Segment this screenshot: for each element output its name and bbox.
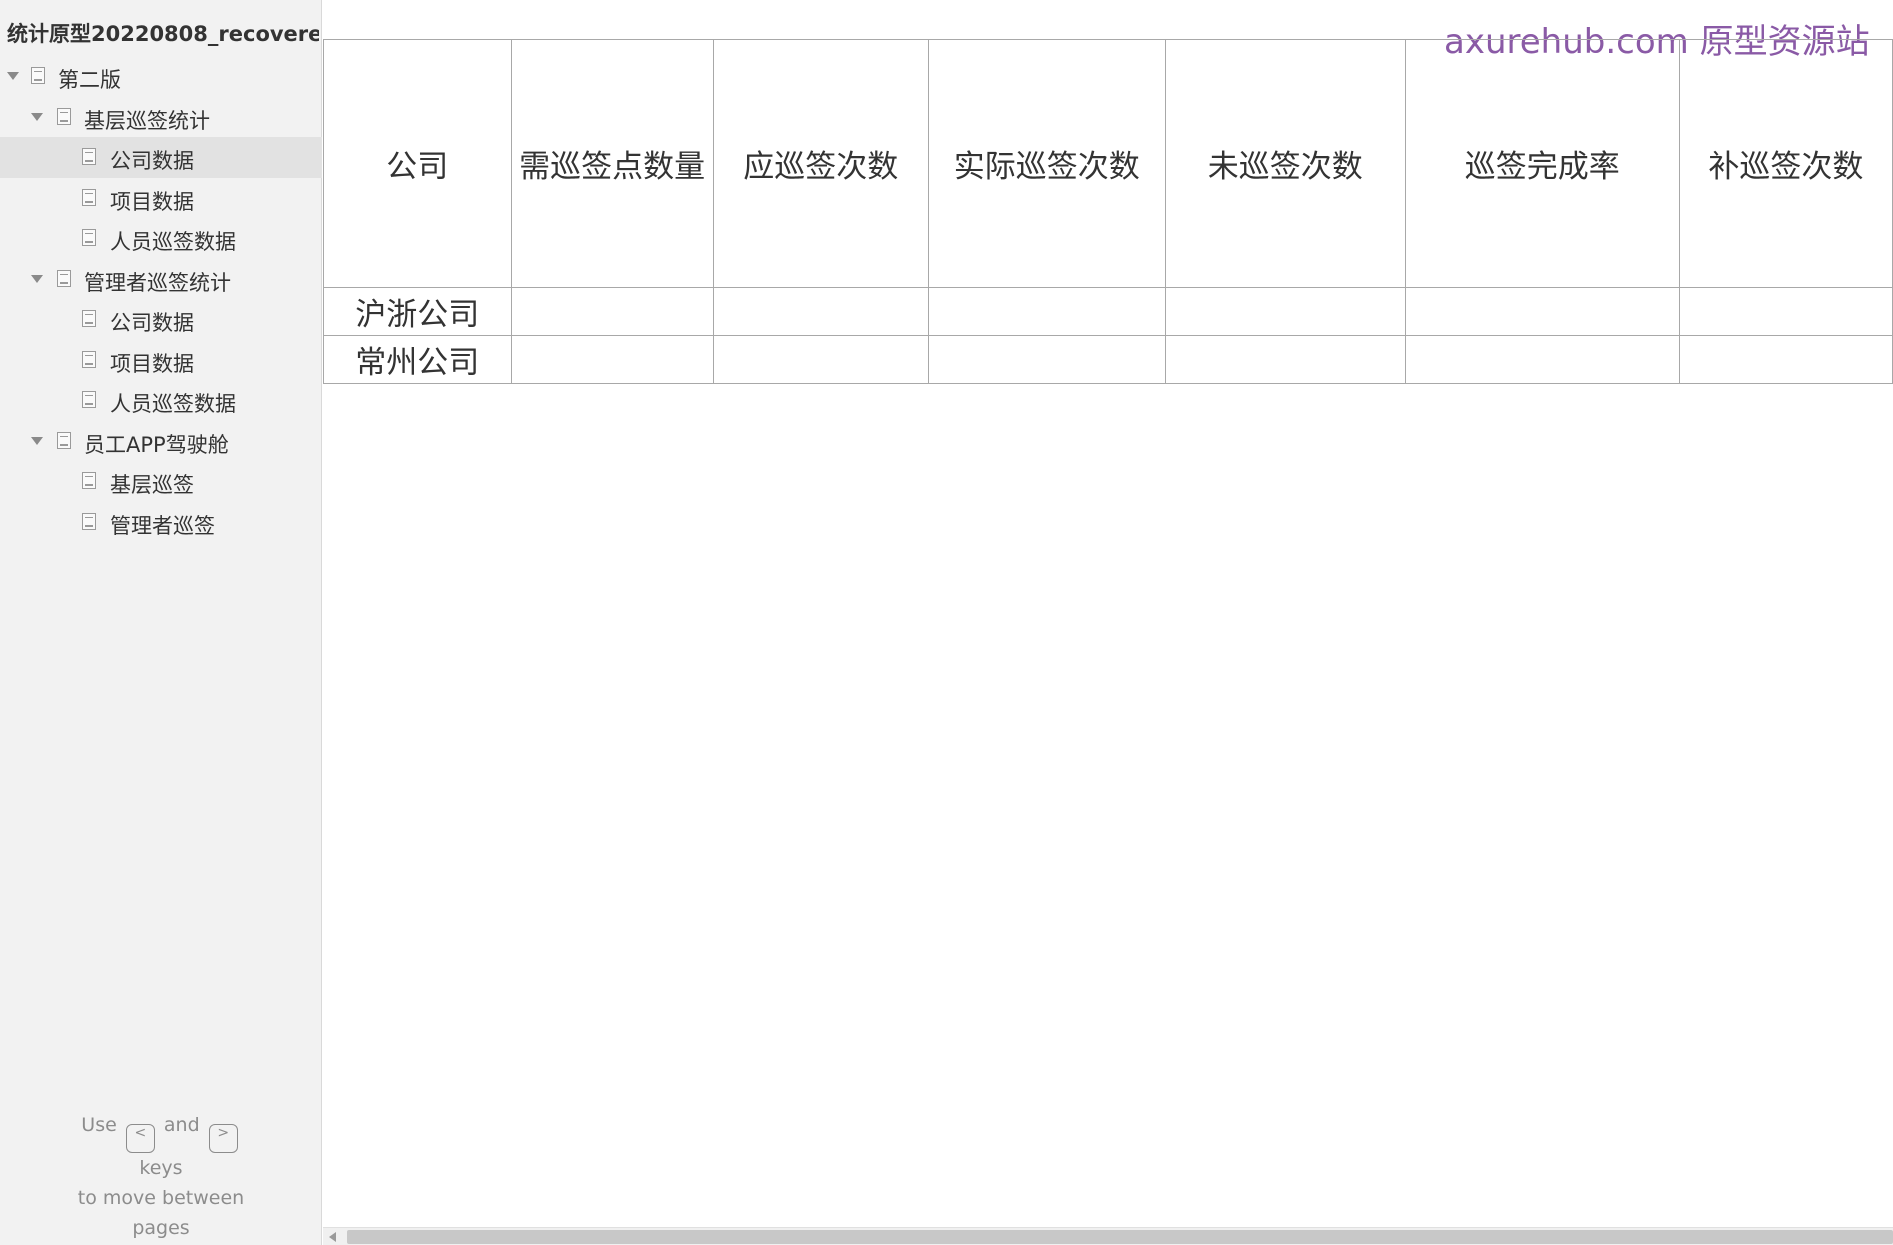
horizontal-scrollbar[interactable] <box>323 1227 1893 1245</box>
column-header: 补巡签次数 <box>1678 39 1893 288</box>
table-row: 常州公司 <box>323 335 1893 384</box>
sitemap-item-label: 公司数据 <box>110 149 194 173</box>
sitemap-item[interactable]: 员工APP驾驶舱 <box>0 421 322 462</box>
page-icon <box>82 472 96 489</box>
column-header: 公司 <box>323 39 512 288</box>
sitemap-item-label: 第二版 <box>58 68 121 92</box>
sitemap-item-label: 员工APP驾驶舱 <box>84 432 229 457</box>
sitemap-sidebar: 统计原型20220808_recovered 第二版 基层巡签统计 公司数据 项目数据… <box>0 0 322 1245</box>
sitemap-item[interactable]: 基层巡签 <box>0 461 322 502</box>
sitemap-item[interactable]: 公司数据 <box>0 137 322 178</box>
sitemap-item-label: 公司数据 <box>110 311 194 335</box>
table-body: 沪浙公司 常州公司 <box>323 287 1893 384</box>
expand-caret-icon[interactable] <box>31 436 43 445</box>
prototype-canvas: axurehub.com 原型资源站 公司 需巡签点数量 应巡签次数 实际巡签次数 未巡… <box>323 0 1893 1227</box>
table-cell <box>927 287 1166 336</box>
sitemap-item-label: 项目数据 <box>110 351 194 376</box>
expand-caret-icon[interactable] <box>31 274 43 283</box>
nav-hint-keys: keys <box>139 1157 183 1179</box>
table-cell <box>510 287 714 336</box>
page-icon <box>82 229 96 246</box>
page-icon <box>82 148 96 165</box>
table-cell <box>1678 335 1893 384</box>
table-cell <box>927 335 1166 384</box>
table-header-row: 公司 需巡签点数量 应巡签次数 实际巡签次数 未巡签次数 巡签完成率 补巡签次数 <box>323 39 1893 288</box>
page-icon <box>57 269 71 287</box>
sitemap-item-label: 人员巡签数据 <box>110 392 236 416</box>
left-arrow-key-icon: < <box>125 1124 155 1153</box>
sitemap-item[interactable]: 公司数据 <box>0 299 322 340</box>
column-header: 应巡签次数 <box>712 39 929 288</box>
sitemap-item[interactable]: 第二版 <box>0 56 322 97</box>
sitemap-item[interactable]: 项目数据 <box>0 340 322 381</box>
page-icon <box>82 310 96 327</box>
page-icon <box>31 67 45 84</box>
scrollbar-thumb[interactable] <box>347 1230 1893 1244</box>
sitemap-item[interactable]: 人员巡签数据 <box>0 380 322 421</box>
expand-caret-icon[interactable] <box>31 112 43 121</box>
table-cell <box>712 335 929 384</box>
sitemap-item-label: 人员巡签数据 <box>110 230 236 254</box>
page-icon <box>57 431 71 449</box>
column-header: 未巡签次数 <box>1164 39 1406 288</box>
table-cell <box>712 287 929 336</box>
page-icon <box>82 188 96 206</box>
sitemap-item[interactable]: 管理者巡签 <box>0 502 322 543</box>
sitemap-item[interactable]: 人员巡签数据 <box>0 218 322 259</box>
table-row: 沪浙公司 <box>323 287 1893 336</box>
company-cell: 沪浙公司 <box>323 287 512 336</box>
table-cell <box>1164 287 1406 336</box>
project-title: 统计原型20220808_recovered <box>7 22 319 46</box>
column-header: 巡签完成率 <box>1404 39 1680 288</box>
keyboard-nav-hint: Use < and > keys to move between pages <box>0 1110 322 1243</box>
page-tree: 第二版 基层巡签统计 公司数据 项目数据 人员巡签数据 管理者巡签统计 公司数据 项目数据 人员… <box>0 56 322 542</box>
page-icon <box>57 107 71 125</box>
table-cell <box>1678 287 1893 336</box>
patrol-stats-table: 公司 需巡签点数量 应巡签次数 实际巡签次数 未巡签次数 巡签完成率 补巡签次数 沪浙公司常… <box>323 39 1893 384</box>
column-header: 实际巡签次数 <box>927 39 1166 288</box>
table-cell <box>510 335 714 384</box>
sitemap-item-label: 项目数据 <box>110 189 194 214</box>
expand-caret-icon[interactable] <box>7 72 19 80</box>
page-icon <box>82 512 96 530</box>
sitemap-item-label: 管理者巡签统计 <box>84 270 231 295</box>
sitemap-item[interactable]: 基层巡签统计 <box>0 97 322 138</box>
right-arrow-key-icon: > <box>208 1124 238 1153</box>
page-icon <box>82 391 96 408</box>
table-cell <box>1164 335 1406 384</box>
sitemap-item-label: 基层巡签统计 <box>84 108 210 133</box>
nav-hint-use: Use <box>81 1114 117 1136</box>
sitemap-item-label: 管理者巡签 <box>110 513 215 538</box>
table-cell <box>1404 335 1680 384</box>
nav-hint-and: and <box>163 1114 200 1136</box>
sitemap-item[interactable]: 管理者巡签统计 <box>0 259 322 300</box>
column-header: 需巡签点数量 <box>510 39 714 288</box>
page-icon <box>82 350 96 368</box>
company-cell: 常州公司 <box>323 335 512 384</box>
nav-hint-line2: to move between <box>77 1187 245 1209</box>
scroll-left-arrow-icon[interactable] <box>329 1232 336 1242</box>
nav-hint-line3: pages <box>132 1217 190 1239</box>
table-cell <box>1404 287 1680 336</box>
sitemap-item[interactable]: 项目数据 <box>0 178 322 219</box>
sitemap-item-label: 基层巡签 <box>110 473 194 497</box>
